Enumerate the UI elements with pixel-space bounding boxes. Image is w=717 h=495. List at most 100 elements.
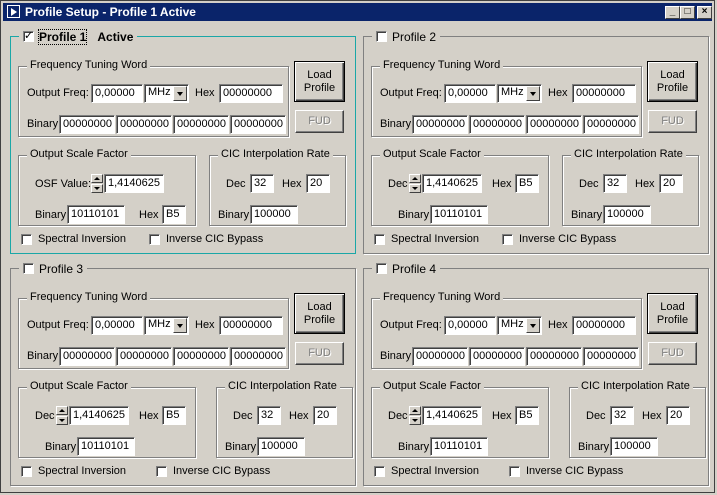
cic-hex-input[interactable]: 20	[313, 406, 337, 425]
osf-hex-input[interactable]: B5	[162, 205, 186, 224]
freq-unit-select[interactable]: MHz	[497, 316, 542, 335]
load-profile-button[interactable]: Load Profile	[294, 61, 345, 102]
spin-down-icon[interactable]	[56, 416, 68, 425]
osf-spinner[interactable]	[91, 174, 103, 193]
cic-binary-input[interactable]: 100000	[250, 205, 298, 224]
chevron-down-icon[interactable]	[526, 318, 540, 333]
ftw-hex-input[interactable]: 00000000	[219, 84, 283, 103]
ftw-binary-byte-1[interactable]: 00000000	[526, 115, 582, 134]
spin-down-icon[interactable]	[409, 184, 421, 193]
fud-button[interactable]: FUD	[295, 110, 344, 133]
profile-name-label[interactable]: Profile 3	[39, 262, 83, 276]
close-button[interactable]: ×	[697, 6, 712, 19]
minimize-button[interactable]: _	[665, 6, 680, 19]
spin-up-icon[interactable]	[409, 174, 421, 183]
spin-down-icon[interactable]	[91, 184, 103, 193]
ftw-binary-byte-2[interactable]: 00000000	[469, 115, 525, 134]
ftw-hex-input[interactable]: 00000000	[572, 84, 636, 103]
spin-down-icon[interactable]	[409, 416, 421, 425]
osf-hex-input[interactable]: B5	[515, 406, 539, 425]
cic-binary-input[interactable]: 100000	[603, 205, 651, 224]
spectral-inversion-option[interactable]: Spectral Inversion	[21, 233, 126, 245]
freq-unit-select[interactable]: MHz	[144, 84, 189, 103]
osf-binary-input[interactable]: 10110101	[77, 437, 135, 456]
osf-value-input[interactable]: 1,4140625	[69, 406, 129, 425]
osf-value-input[interactable]: 1,4140625	[104, 174, 164, 193]
spin-up-icon[interactable]	[91, 174, 103, 183]
chevron-down-icon[interactable]	[173, 86, 187, 101]
osf-spinner[interactable]	[56, 406, 68, 425]
output-freq-input[interactable]: 0,00000	[91, 84, 143, 103]
ftw-binary-byte-2[interactable]: 00000000	[116, 347, 172, 366]
maximize-button[interactable]: □	[680, 6, 695, 19]
spin-up-icon[interactable]	[56, 406, 68, 415]
output-freq-input[interactable]: 0,00000	[444, 316, 496, 335]
inverse-cic-bypass-checkbox[interactable]	[156, 465, 167, 477]
osf-binary-input[interactable]: 10110101	[430, 205, 488, 224]
cic-dec-input[interactable]: 32	[610, 406, 634, 425]
profile-name-label[interactable]: Profile 1	[37, 28, 88, 45]
chevron-down-icon[interactable]	[526, 86, 540, 101]
spectral-inversion-checkbox[interactable]	[21, 465, 32, 477]
chevron-down-icon[interactable]	[173, 318, 187, 333]
spectral-inversion-option[interactable]: Spectral Inversion	[374, 465, 479, 477]
app-icon[interactable]	[7, 5, 20, 18]
load-profile-button[interactable]: Load Profile	[647, 61, 698, 102]
inverse-cic-bypass-checkbox[interactable]	[502, 233, 513, 245]
title-bar[interactable]: Profile Setup - Profile 1 Active _ □ ×	[3, 3, 712, 21]
ftw-binary-byte-2[interactable]: 00000000	[469, 347, 525, 366]
ftw-binary-byte-3[interactable]: 00000000	[412, 347, 468, 366]
profile-enable-checkbox[interactable]	[376, 263, 387, 274]
ftw-binary-byte-3[interactable]: 00000000	[412, 115, 468, 134]
cic-dec-input[interactable]: 32	[257, 406, 281, 425]
profile-enable-checkbox[interactable]	[376, 31, 387, 42]
osf-spinner[interactable]	[409, 406, 421, 425]
fud-button[interactable]: FUD	[295, 342, 344, 365]
cic-binary-input[interactable]: 100000	[610, 437, 658, 456]
ftw-binary-byte-1[interactable]: 00000000	[173, 347, 229, 366]
output-freq-input[interactable]: 0,00000	[91, 316, 143, 335]
ftw-binary-byte-3[interactable]: 00000000	[59, 115, 115, 134]
freq-unit-select[interactable]: MHz	[497, 84, 542, 103]
cic-dec-input[interactable]: 32	[250, 174, 274, 193]
profile-name-label[interactable]: Profile 4	[392, 262, 436, 276]
ftw-binary-byte-0[interactable]: 00000000	[583, 115, 639, 134]
spectral-inversion-checkbox[interactable]	[374, 233, 385, 245]
inverse-cic-bypass-checkbox[interactable]	[149, 233, 160, 245]
osf-spinner[interactable]	[409, 174, 421, 193]
freq-unit-select[interactable]: MHz	[144, 316, 189, 335]
osf-value-input[interactable]: 1,4140625	[422, 406, 482, 425]
osf-hex-input[interactable]: B5	[515, 174, 539, 193]
spectral-inversion-option[interactable]: Spectral Inversion	[21, 465, 126, 477]
output-freq-input[interactable]: 0,00000	[444, 84, 496, 103]
ftw-binary-byte-0[interactable]: 00000000	[230, 347, 286, 366]
osf-binary-input[interactable]: 10110101	[67, 205, 125, 224]
profile-name-label[interactable]: Profile 2	[392, 30, 436, 44]
osf-binary-input[interactable]: 10110101	[430, 437, 488, 456]
load-profile-button[interactable]: Load Profile	[647, 293, 698, 334]
ftw-binary-byte-1[interactable]: 00000000	[173, 115, 229, 134]
ftw-hex-input[interactable]: 00000000	[572, 316, 636, 335]
ftw-binary-byte-1[interactable]: 00000000	[526, 347, 582, 366]
profile-enable-checkbox[interactable]	[23, 263, 34, 274]
inverse-cic-bypass-option[interactable]: Inverse CIC Bypass	[149, 233, 263, 245]
spectral-inversion-checkbox[interactable]	[21, 233, 32, 245]
fud-button[interactable]: FUD	[648, 110, 697, 133]
ftw-binary-byte-2[interactable]: 00000000	[116, 115, 172, 134]
inverse-cic-bypass-checkbox[interactable]	[509, 465, 520, 477]
inverse-cic-bypass-option[interactable]: Inverse CIC Bypass	[509, 465, 623, 477]
osf-hex-input[interactable]: B5	[162, 406, 186, 425]
ftw-binary-byte-0[interactable]: 00000000	[230, 115, 286, 134]
load-profile-button[interactable]: Load Profile	[294, 293, 345, 334]
inverse-cic-bypass-option[interactable]: Inverse CIC Bypass	[156, 465, 270, 477]
cic-binary-input[interactable]: 100000	[257, 437, 305, 456]
ftw-binary-byte-0[interactable]: 00000000	[583, 347, 639, 366]
spin-up-icon[interactable]	[409, 406, 421, 415]
cic-hex-input[interactable]: 20	[659, 174, 683, 193]
cic-hex-input[interactable]: 20	[666, 406, 690, 425]
profile-enable-checkbox[interactable]	[23, 29, 34, 42]
spectral-inversion-option[interactable]: Spectral Inversion	[374, 233, 479, 245]
osf-value-input[interactable]: 1,4140625	[422, 174, 482, 193]
inverse-cic-bypass-option[interactable]: Inverse CIC Bypass	[502, 233, 616, 245]
fud-button[interactable]: FUD	[648, 342, 697, 365]
